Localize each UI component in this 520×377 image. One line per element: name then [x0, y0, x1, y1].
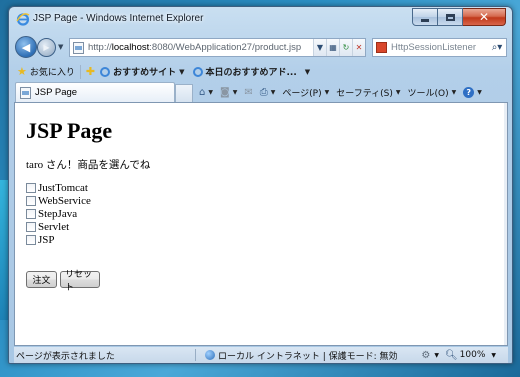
greeting-message: さん！商品を選んでね [45, 159, 151, 171]
favorites-button[interactable]: お気に入り [30, 65, 75, 78]
title-bar: JSP Page - Windows Internet Explorer ✕ [9, 7, 512, 33]
feeds-button[interactable]: ◙ ▼ [220, 87, 237, 98]
chevron-down-icon[interactable]: ▼ [179, 68, 184, 76]
form-buttons: 注文 リセット [26, 270, 100, 293]
page-heading: JSP Page [26, 118, 113, 143]
maximize-icon [445, 13, 455, 21]
compatibility-view-icon[interactable]: ▦ [326, 39, 339, 56]
recent-pages-dropdown[interactable]: ▼ [58, 43, 63, 51]
address-bar[interactable]: http://localhost:8080/WebApplication27/p… [69, 38, 366, 57]
greeting-text: taro さん！商品を選んでね [26, 157, 150, 172]
option-label: JSP [38, 233, 55, 246]
minimize-button[interactable] [412, 8, 438, 26]
search-provider-icon[interactable] [376, 42, 387, 53]
status-bar: ページが表示されました ローカル イントラネット | 保護モード: 無効 ⚙ ▼ … [14, 347, 508, 363]
window-controls: ✕ [412, 8, 506, 26]
close-button[interactable]: ✕ [463, 8, 506, 26]
checkbox[interactable] [26, 195, 36, 206]
product-options: JustTomcat WebService StepJava Servlet J… [26, 181, 91, 246]
option-webservice[interactable]: WebService [26, 194, 91, 207]
tab-jsp-page[interactable]: JSP Page [15, 82, 175, 102]
checkbox[interactable] [26, 182, 36, 193]
tools-menu[interactable]: ツール(O) ▼ [408, 86, 457, 99]
checkbox[interactable] [26, 234, 36, 245]
status-tools: ⚙ ▼ 🔍︎ 100% ▼ [421, 349, 496, 361]
add-to-favorites-icon[interactable]: ✚ [86, 65, 95, 78]
print-button[interactable]: ⎙ ▼ [260, 87, 276, 98]
address-tools: ▼ ▦ ↻ ✕ [313, 39, 365, 56]
back-arrow-icon: ◀ [21, 40, 31, 54]
chevron-down-icon[interactable]: ▼ [491, 352, 496, 359]
forward-button[interactable]: ▶ [37, 38, 56, 57]
tab-label: JSP Page [35, 87, 78, 98]
safety-filter-icon[interactable]: ⚙ [421, 350, 430, 361]
page-content: JSP Page taro さん！商品を選んでね JustTomcat WebS… [14, 102, 508, 346]
chevron-down-icon[interactable]: ▼ [305, 68, 310, 76]
option-label: JustTomcat [38, 181, 88, 194]
favorites-bar: ★ お気に入り ✚ おすすめサイト ▼ 本日のおすすめアド... ▼ [9, 62, 512, 81]
tab-row: JSP Page ⌂ ▼ ◙ ▼ ✉ ⎙ ▼ ページ(P) ▼ セーフティ(S) ▼ ツー… [9, 82, 512, 102]
search-input[interactable]: HttpSessionListener [391, 42, 488, 53]
window-title: JSP Page - Windows Internet Explorer [33, 13, 204, 24]
print-icon: ⎙ [259, 86, 268, 98]
order-button[interactable]: 注文 [26, 271, 57, 288]
minimize-icon [421, 18, 429, 22]
reset-button[interactable]: リセット [60, 270, 100, 293]
option-label: StepJava [38, 207, 78, 220]
safety-menu[interactable]: セーフティ(S) ▼ [336, 86, 400, 99]
search-icon[interactable]: ⌕▾ [488, 42, 506, 53]
option-label: WebService [38, 194, 91, 207]
status-message: ページが表示されました [16, 351, 115, 362]
option-stepjava[interactable]: StepJava [26, 207, 91, 220]
mail-button[interactable]: ✉ [244, 87, 252, 98]
option-label: Servlet [38, 220, 70, 233]
forward-arrow-icon: ▶ [43, 43, 50, 52]
option-justtomcat[interactable]: JustTomcat [26, 181, 91, 194]
back-button[interactable]: ◀ [15, 36, 37, 58]
option-servlet[interactable]: Servlet [26, 220, 91, 233]
help-icon: ? [463, 86, 475, 98]
home-icon: ⌂ [199, 86, 206, 98]
user-name: taro [26, 159, 44, 171]
rss-feed-icon: ◙ [219, 86, 230, 98]
page-icon [73, 41, 84, 54]
mail-icon: ✉ [244, 86, 253, 98]
zoom-level[interactable]: 100% [460, 350, 486, 360]
divider [195, 349, 196, 361]
security-zone[interactable]: ローカル イントラネット | 保護モード: 無効 [205, 349, 398, 362]
web-slice-link[interactable]: 本日のおすすめアド... [206, 65, 297, 78]
suggested-sites-link[interactable]: おすすめサイト [113, 65, 176, 78]
page-icon [20, 86, 31, 99]
close-icon: ✕ [478, 10, 490, 24]
address-dropdown-icon[interactable]: ▼ [313, 39, 326, 56]
ie-logo-icon [16, 13, 30, 26]
ie-page-icon [192, 66, 203, 77]
scrollbar[interactable] [504, 103, 507, 345]
maximize-button[interactable] [438, 8, 463, 26]
home-button[interactable]: ⌂ ▼ [199, 87, 213, 98]
checkbox[interactable] [26, 221, 36, 232]
search-box[interactable]: HttpSessionListener ⌕▾ [372, 38, 507, 57]
new-tab-button[interactable] [175, 84, 193, 102]
checkbox[interactable] [26, 208, 36, 219]
navigation-bar: ◀ ▶ ▼ http://localhost:8080/WebApplicati… [9, 34, 512, 60]
address-input[interactable]: http://localhost:8080/WebApplication27/p… [88, 42, 301, 53]
globe-icon [205, 350, 215, 360]
command-bar: ⌂ ▼ ◙ ▼ ✉ ⎙ ▼ ページ(P) ▼ セーフティ(S) ▼ ツール(O) ▼ ? ▼ [199, 83, 508, 101]
browser-window: JSP Page - Windows Internet Explorer ✕ ◀… [8, 6, 513, 364]
stop-icon[interactable]: ✕ [352, 39, 365, 56]
refresh-icon[interactable]: ↻ [339, 39, 352, 56]
help-button[interactable]: ? ▼ [463, 86, 482, 98]
divider [79, 64, 81, 79]
favorites-star-icon[interactable]: ★ [17, 65, 27, 78]
zone-label: ローカル イントラネット | 保護モード: 無効 [218, 351, 398, 362]
zoom-icon[interactable]: 🔍︎ [445, 350, 458, 361]
page-menu[interactable]: ページ(P) ▼ [282, 86, 329, 99]
option-jsp[interactable]: JSP [26, 233, 91, 246]
ie-page-icon [100, 66, 111, 77]
